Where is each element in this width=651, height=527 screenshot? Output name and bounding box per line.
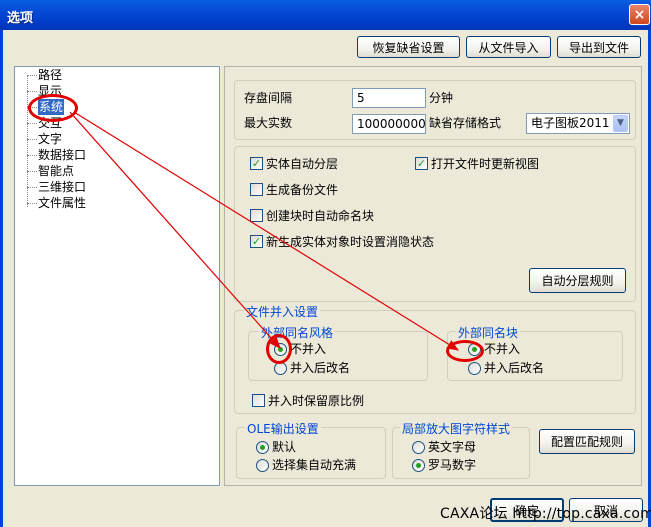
default-format-value: 电子图板2011	[531, 116, 610, 130]
default-format-select[interactable]: 电子图板2011 ▼	[526, 113, 630, 134]
block-rename-radio[interactable]	[468, 362, 481, 375]
tree-item-label: 路径	[38, 68, 63, 82]
ole-default-radio[interactable]	[256, 441, 269, 454]
default-format-label: 缺省存储格式	[429, 116, 502, 130]
save-interval-unit: 分钟	[429, 91, 454, 105]
style-no-merge-label: 不并入	[290, 342, 327, 356]
match-rules-label: 配置匹配规则	[550, 435, 623, 449]
chevron-down-icon[interactable]: ▼	[613, 115, 628, 132]
category-tree[interactable]: 路径 显示 系统 交互 文字 数据接口 智能点 三维接口 文件属性	[14, 66, 220, 486]
backup-file-checkbox[interactable]	[250, 183, 263, 196]
save-interval-input[interactable]: 5	[352, 88, 426, 108]
import-from-file-label: 从文件导入	[478, 40, 539, 55]
block-no-merge-label: 不并入	[484, 342, 521, 356]
hidden-state-label: 新生成实体对象时设置消隐状态	[266, 235, 435, 249]
title-bar: 选项 ×	[0, 0, 651, 30]
window-title: 选项	[7, 11, 34, 26]
block-conflict-title: 外部同名块	[456, 324, 521, 341]
tree-item-label: 三维接口	[38, 180, 87, 194]
annotation-ellipse-style	[266, 334, 292, 364]
auto-name-block-checkbox[interactable]	[250, 209, 263, 222]
ole-fill-radio[interactable]	[256, 459, 269, 472]
tree-item-label: 文字	[38, 132, 63, 146]
style-rename-label: 并入后改名	[290, 361, 351, 375]
auto-layer-rules-button[interactable]: 自动分层规则	[529, 268, 626, 293]
forum-watermark: CAXA论坛 http://top.caxa.com/	[440, 506, 651, 522]
update-view-label: 打开文件时更新视图	[431, 157, 540, 171]
block-rename-label: 并入后改名	[484, 361, 545, 375]
ole-fill-label: 选择集自动充满	[272, 458, 357, 472]
auto-layer-label: 实体自动分层	[266, 157, 339, 171]
export-to-file-label: 导出到文件	[568, 40, 629, 55]
tree-item-label: 智能点	[38, 164, 75, 178]
file-merge-title: 文件并入设置	[244, 303, 321, 320]
save-interval-label: 存盘间隔	[244, 91, 293, 105]
max-entities-label: 最大实数	[244, 116, 293, 130]
tree-item-label: 数据接口	[38, 148, 87, 162]
zoom-roman-radio[interactable]	[412, 459, 425, 472]
window-frame-left	[0, 30, 3, 527]
annotation-ellipse-block	[446, 340, 484, 362]
backup-file-label: 生成备份文件	[266, 183, 339, 197]
restore-defaults-button[interactable]: 恢复缺省设置	[357, 36, 460, 58]
update-view-checkbox[interactable]: ✓	[415, 157, 428, 170]
match-rules-button[interactable]: 配置匹配规则	[539, 429, 635, 454]
auto-layer-checkbox[interactable]: ✓	[250, 157, 263, 170]
zoom-letters-radio[interactable]	[412, 441, 425, 454]
hidden-state-checkbox[interactable]: ✓	[250, 235, 263, 248]
ole-output-title: OLE输出设置	[245, 420, 321, 437]
auto-layer-rules-label: 自动分层规则	[541, 274, 614, 288]
zoom-letters-label: 英文字母	[428, 440, 477, 454]
keep-scale-label: 并入时保留原比例	[268, 394, 365, 408]
ole-default-label: 默认	[272, 440, 297, 454]
auto-name-block-label: 创建块时自动命名块	[266, 209, 375, 223]
keep-scale-checkbox[interactable]	[252, 394, 265, 407]
max-entities-input[interactable]: 100000000	[352, 114, 426, 134]
import-from-file-button[interactable]: 从文件导入	[466, 36, 551, 58]
restore-defaults-label: 恢复缺省设置	[372, 40, 445, 55]
annotation-ellipse-system	[28, 94, 78, 122]
zoom-roman-label: 罗马数字	[428, 458, 477, 472]
style-rename-radio[interactable]	[274, 362, 287, 375]
close-icon: ×	[633, 6, 646, 23]
zoom-font-title: 局部放大图字符样式	[400, 420, 513, 437]
close-button[interactable]: ×	[629, 4, 650, 25]
export-to-file-button[interactable]: 导出到文件	[557, 36, 641, 58]
tree-item-label: 文件属性	[38, 196, 87, 210]
